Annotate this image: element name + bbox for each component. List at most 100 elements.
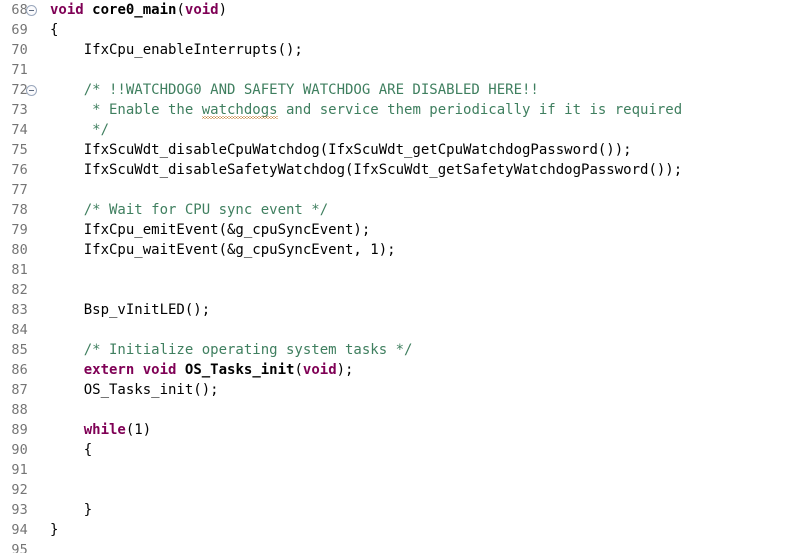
gutter-row[interactable]: 82 — [0, 280, 46, 300]
line-number: 91 — [11, 462, 28, 478]
code-line[interactable] — [46, 460, 789, 480]
gutter-row[interactable]: 84 — [0, 320, 46, 340]
code-line[interactable]: while(1) — [46, 420, 789, 440]
code-line[interactable]: IfxCpu_waitEvent(&g_cpuSyncEvent, 1); — [46, 240, 789, 260]
code-line[interactable]: } — [46, 500, 789, 520]
code-token: { — [50, 22, 59, 38]
gutter-row[interactable]: 88 — [0, 400, 46, 420]
gutter-row[interactable]: 95 — [0, 540, 46, 553]
code-token: while — [83, 422, 126, 438]
code-token: } — [50, 502, 93, 518]
line-number: 77 — [11, 182, 28, 198]
code-token: /* Initialize operating system tasks */ — [50, 342, 413, 358]
gutter-row[interactable]: 76 — [0, 160, 46, 180]
code-token: IfxCpu_enableInterrupts(); — [50, 42, 303, 58]
code-editor[interactable]: 68 69 70 71 72 73 74 75 76 77 78 79 80 81 82 83 84 85 86 87… — [0, 0, 789, 553]
line-number: 81 — [11, 262, 28, 278]
code-line[interactable]: OS_Tasks_init(); — [46, 380, 789, 400]
gutter-row[interactable]: 77 — [0, 180, 46, 200]
gutter-row[interactable]: 80 — [0, 240, 46, 260]
code-token: ); — [336, 362, 354, 378]
line-number: 89 — [11, 422, 28, 438]
code-token: ) — [218, 2, 228, 18]
code-line[interactable]: IfxCpu_emitEvent(&g_cpuSyncEvent); — [46, 220, 789, 240]
gutter-row[interactable]: 74 — [0, 120, 46, 140]
gutter-row[interactable]: 78 — [0, 200, 46, 220]
line-number: 86 — [11, 362, 28, 378]
line-number: 85 — [11, 342, 28, 358]
code-line[interactable] — [46, 400, 789, 420]
line-number: 90 — [11, 442, 28, 458]
code-line[interactable]: /* Wait for CPU sync event */ — [46, 200, 789, 220]
code-line[interactable] — [46, 540, 789, 553]
code-token: void — [50, 2, 84, 18]
line-number: 69 — [11, 22, 28, 38]
code-token: and service them periodically if it is r… — [277, 102, 683, 118]
gutter-row[interactable]: 90 — [0, 440, 46, 460]
gutter-row[interactable]: 86 — [0, 360, 46, 380]
line-number: 88 — [11, 402, 28, 418]
code-token: (1) — [125, 422, 152, 438]
gutter-row[interactable]: 71 — [0, 60, 46, 80]
code-line[interactable]: Bsp_vInitLED(); — [46, 300, 789, 320]
code-line[interactable]: IfxScuWdt_disableCpuWatchdog(IfxScuWdt_g… — [46, 140, 789, 160]
collapse-minus-circle-icon[interactable] — [26, 85, 37, 96]
line-number: 87 — [11, 382, 28, 398]
gutter-row[interactable]: 91 — [0, 460, 46, 480]
code-text-area[interactable]: void core0_main(void) { IfxCpu_enableInte… — [46, 0, 789, 553]
line-number: 84 — [11, 322, 28, 338]
code-line[interactable]: } — [46, 520, 789, 540]
gutter-row[interactable]: 72 — [0, 80, 46, 100]
collapse-minus-circle-icon[interactable] — [26, 5, 37, 16]
code-line[interactable]: extern void OS_Tasks_init(void); — [46, 360, 789, 380]
code-line[interactable]: IfxScuWdt_disableSafetyWatchdog(IfxScuWd… — [46, 160, 789, 180]
code-token: ( — [176, 2, 185, 18]
gutter-row[interactable]: 85 — [0, 340, 46, 360]
code-token: IfxCpu_emitEvent(&g_cpuSyncEvent); — [50, 222, 371, 238]
line-number: 74 — [11, 122, 28, 138]
gutter-row[interactable]: 94 — [0, 520, 46, 540]
code-line[interactable] — [46, 260, 789, 280]
gutter-row[interactable]: 75 — [0, 140, 46, 160]
code-line[interactable] — [46, 60, 789, 80]
gutter-row[interactable]: 69 — [0, 20, 46, 40]
gutter-row[interactable]: 87 — [0, 380, 46, 400]
code-line[interactable]: void core0_main(void) — [46, 0, 789, 20]
gutter-row[interactable]: 92 — [0, 480, 46, 500]
code-token: void — [142, 362, 177, 378]
code-token: void — [184, 2, 219, 18]
code-line[interactable]: * Enable the watchdogs and service them … — [46, 100, 789, 120]
gutter-row[interactable]: 81 — [0, 260, 46, 280]
code-line[interactable]: /* !!WATCHDOG0 AND SAFETY WATCHDOG ARE D… — [46, 80, 789, 100]
gutter-row[interactable]: 68 — [0, 0, 46, 20]
line-number: 82 — [11, 282, 28, 298]
code-line[interactable] — [46, 320, 789, 340]
code-token: IfxScuWdt_disableSafetyWatchdog(IfxScuWd… — [50, 162, 683, 178]
code-token: OS_Tasks_init — [184, 362, 295, 378]
line-number: 75 — [11, 142, 28, 158]
code-line[interactable] — [46, 480, 789, 500]
code-line[interactable] — [46, 180, 789, 200]
code-token: extern — [83, 362, 135, 378]
code-line[interactable]: { — [46, 20, 789, 40]
code-line[interactable]: /* Initialize operating system tasks */ — [46, 340, 789, 360]
gutter-row[interactable]: 89 — [0, 420, 46, 440]
gutter-row[interactable]: 83 — [0, 300, 46, 320]
gutter-row[interactable]: 93 — [0, 500, 46, 520]
code-line[interactable]: IfxCpu_enableInterrupts(); — [46, 40, 789, 60]
code-token: { — [50, 442, 93, 458]
gutter-row[interactable]: 73 — [0, 100, 46, 120]
gutter-row[interactable]: 70 — [0, 40, 46, 60]
line-number: 92 — [11, 482, 28, 498]
gutter-row[interactable]: 79 — [0, 220, 46, 240]
code-line[interactable] — [46, 280, 789, 300]
code-line[interactable]: */ — [46, 120, 789, 140]
code-line[interactable]: { — [46, 440, 789, 460]
line-number-gutter[interactable]: 68 69 70 71 72 73 74 75 76 77 78 79 80 81 82 83 84 85 86 87… — [0, 0, 46, 553]
line-number: 94 — [11, 522, 28, 538]
